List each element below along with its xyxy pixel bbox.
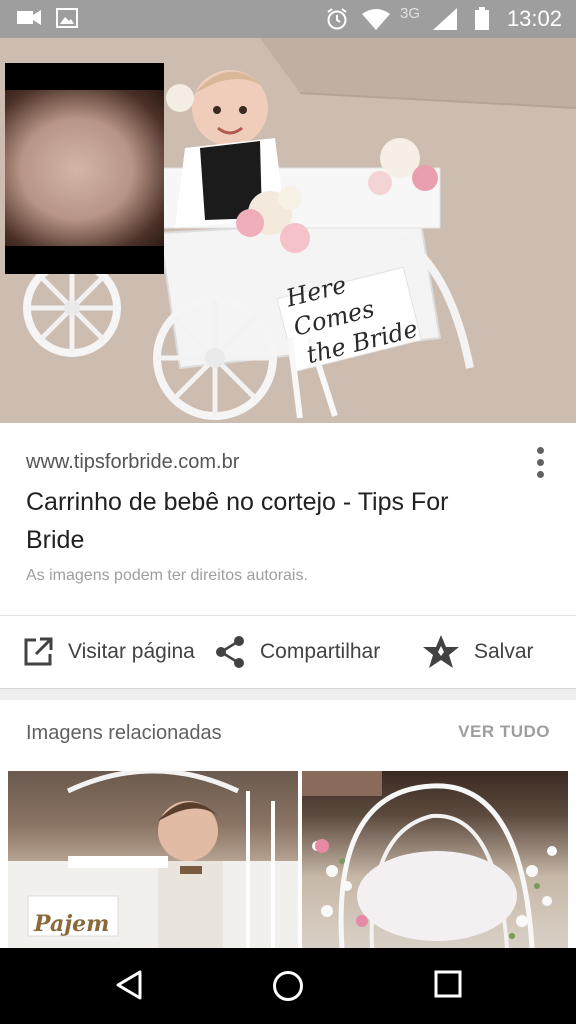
action-bar: Visitar página Compartilhar Salvar <box>0 616 576 689</box>
related-image-2[interactable] <box>302 771 568 948</box>
save-button[interactable]: Salvar <box>422 616 534 688</box>
visit-page-label: Visitar página <box>68 640 195 663</box>
related-images-section: Imagens relacionadas VER TUDO Pajem <box>0 700 576 948</box>
signal-icon <box>432 7 458 36</box>
save-label: Salvar <box>474 640 534 663</box>
home-icon[interactable] <box>270 968 306 1009</box>
wifi-icon <box>361 7 391 36</box>
copyright-notice: As imagens podem ter direitos autorais. <box>26 567 308 584</box>
network-type: 3G <box>400 5 421 22</box>
image-icon <box>56 7 78 34</box>
related-image-1[interactable]: Pajem <box>8 771 298 948</box>
redaction-bar-top <box>5 63 164 91</box>
result-title[interactable]: Carrinho de bebê no cortejo - Tips For B… <box>26 483 496 559</box>
share-icon <box>214 635 246 669</box>
related-images-title: Imagens relacionadas <box>26 722 222 744</box>
status-bar: 3G 13:02 <box>0 0 576 38</box>
back-icon[interactable] <box>112 968 146 1007</box>
source-domain[interactable]: www.tipsforbride.com.br <box>26 451 239 474</box>
clock: 13:02 <box>506 6 562 31</box>
alarm-icon <box>325 7 349 36</box>
see-all-button[interactable]: VER TUDO <box>458 722 550 742</box>
navigation-bar <box>0 948 576 1024</box>
visit-page-button[interactable]: Visitar página <box>22 616 195 688</box>
star-save-icon <box>422 634 460 670</box>
share-button[interactable]: Compartilhar <box>214 616 380 688</box>
video-camera-icon <box>16 7 42 34</box>
related-image-1-caption: Pajem <box>34 911 110 937</box>
face-thumbnail <box>5 90 164 248</box>
more-options-icon[interactable] <box>534 447 546 483</box>
battery-icon <box>474 7 490 36</box>
result-card: www.tipsforbride.com.br Carrinho de bebê… <box>0 423 576 615</box>
related-image-2-illustration <box>302 771 557 948</box>
hero-image[interactable]: Here Comes the Bride <box>0 38 576 423</box>
share-label: Compartilhar <box>260 640 381 663</box>
recent-apps-icon[interactable] <box>432 968 464 1005</box>
open-external-icon <box>22 636 54 668</box>
redaction-bar-bottom <box>5 246 164 274</box>
